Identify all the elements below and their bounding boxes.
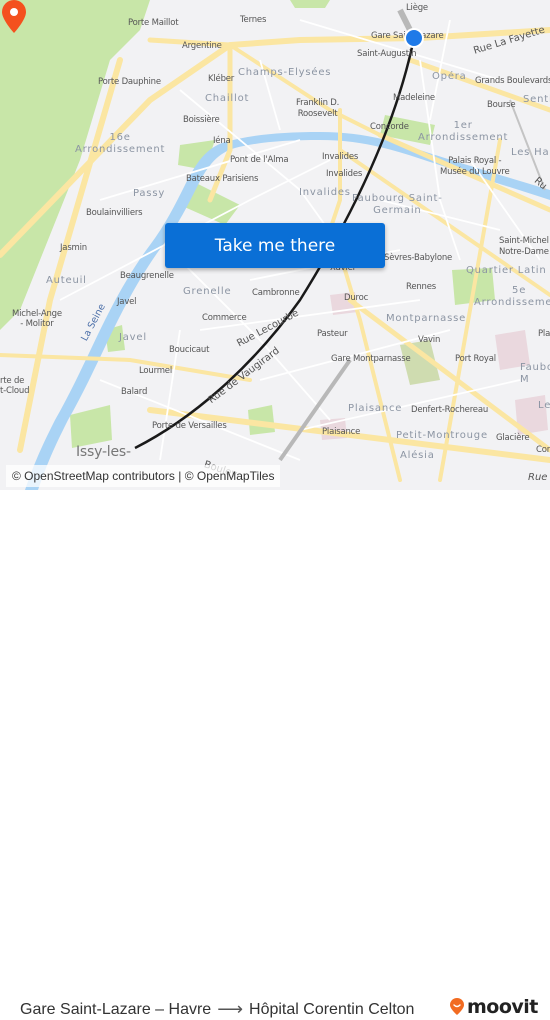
label-boucicaut: Boucicaut (169, 345, 210, 355)
label-cambronne: Cambronne (252, 288, 300, 298)
label-michel-ange-molitor: Michel-Ange - Molitor (12, 309, 62, 330)
label-kleber: Kléber (208, 74, 235, 84)
area-opera: Opéra (432, 71, 467, 82)
area-faubourg-m: Faubo M (520, 362, 550, 385)
label-argentine: Argentine (182, 41, 222, 51)
label-issy: Issy-les- (76, 444, 131, 460)
label-invalides-2: Invalides (326, 169, 363, 179)
label-porte-versailles: Porte de Versailles (152, 421, 227, 431)
moovit-wordmark: moovit (467, 996, 538, 1018)
route-destination: Hôpital Corentin Celton (249, 1000, 415, 1018)
area-passy: Passy (133, 188, 166, 199)
area-alesia: Alésia (400, 450, 435, 461)
label-rennes: Rennes (406, 282, 436, 292)
area-auteuil: Auteuil (46, 275, 87, 286)
area-champs-elysees: Champs-Elysées (238, 67, 332, 78)
label-duroc: Duroc (344, 293, 369, 303)
area-javel: Javel (119, 332, 147, 343)
area-chaillot: Chaillot (205, 93, 250, 104)
label-commerce: Commerce (202, 313, 247, 323)
area-petit-montrouge: Petit-Montrouge (396, 430, 488, 441)
park-monceau (290, 0, 330, 8)
moovit-logo[interactable]: moovit (449, 996, 538, 1018)
label-denfert-rochereau: Denfert-Rochereau (411, 405, 489, 415)
label-iena: Iéna (213, 136, 231, 146)
label-boissiere: Boissière (183, 115, 220, 125)
label-liege: Liège (406, 3, 428, 13)
label-pla: Pla (538, 329, 550, 339)
label-boulainvilliers: Boulainvilliers (86, 208, 143, 218)
label-bateaux-parisiens: Bateaux Parisiens (186, 174, 259, 184)
area-les-halles: Les Hal (511, 147, 550, 158)
label-vavin: Vavin (418, 335, 441, 345)
label-balard: Balard (121, 387, 148, 397)
label-franklin-roosevelt: Franklin D. Roosevelt (296, 98, 340, 120)
arrow-right-icon: ⟶ (217, 999, 244, 1019)
label-glaciere: Glacière (496, 433, 530, 443)
take-me-there-button[interactable]: Take me there (165, 223, 385, 268)
label-bourse: Bourse (487, 100, 516, 110)
route-origin: Gare Saint-Lazare – Havre (20, 1000, 212, 1018)
area-montparnasse: Montparnasse (386, 313, 467, 324)
route-title: Gare Saint-Lazare – Havre ⟶ Hôpital Core… (20, 999, 414, 1020)
label-concorde: Concorde (370, 122, 409, 132)
label-jasmin: Jasmin (60, 243, 87, 253)
label-gare-montparnasse: Gare Montparnasse (331, 354, 411, 364)
map-pin-icon[interactable] (0, 0, 28, 34)
park-issy (70, 405, 112, 448)
map-attribution[interactable]: © OpenStreetMap contributors | © OpenMap… (6, 465, 281, 487)
label-cor: Cor (536, 445, 550, 455)
footer-bar: Gare Saint-Lazare – Havre ⟶ Hôpital Core… (0, 490, 550, 1019)
area-le: Le (538, 400, 550, 411)
label-pasteur: Pasteur (317, 329, 348, 339)
label-invalides-1: Invalides (322, 152, 359, 162)
area-5e: 5e Arrondissement (474, 285, 550, 308)
label-ternes: Ternes (240, 15, 267, 25)
label-lourmel: Lourmel (139, 366, 172, 376)
label-saint-augustin: Saint-Augustin (357, 49, 417, 59)
area-quartier-latin: Quartier Latin (466, 265, 547, 276)
label-porte-maillot: Porte Maillot (128, 18, 179, 28)
moovit-pin-icon (450, 998, 464, 1015)
label-palais-royal: Palais Royal - Musée du Louvre (440, 156, 510, 178)
origin-dot-icon[interactable] (404, 28, 424, 48)
label-porte-dauphine: Porte Dauphine (98, 77, 161, 87)
label-madeleine: Madeleine (393, 93, 435, 103)
label-pont-alma: Pont de l'Alma (230, 155, 289, 165)
area-plaisance: Plaisance (348, 403, 403, 414)
label-javel-station: Javel (117, 297, 137, 307)
label-porte-st-cloud: rte de t-Cloud (0, 376, 30, 397)
label-port-royal: Port Royal (455, 354, 496, 364)
area-1er: 1er Arrondissement (418, 120, 509, 143)
area-grenelle: Grenelle (183, 286, 232, 297)
area-16e: 16e Arrondissement (75, 132, 166, 155)
area-invalides: Invalides (299, 187, 351, 198)
label-grands-boulevards: Grands Boulevards (475, 76, 550, 86)
map-view[interactable]: Porte Maillot Ternes Argentine Porte Dau… (0, 0, 550, 490)
street-rue-right: Rue (528, 472, 548, 483)
label-saint-michel: Saint-Michel Notre-Dame (499, 236, 549, 258)
label-beaugrenelle: Beaugrenelle (120, 271, 174, 281)
area-faubourg-st-germain: Faubourg Saint- Germain (352, 193, 443, 216)
label-plaisance-station: Plaisance (322, 427, 361, 437)
area-sentier: Senti (523, 94, 550, 105)
label-sevres-babylone: Sèvres-Babylone (384, 253, 453, 263)
